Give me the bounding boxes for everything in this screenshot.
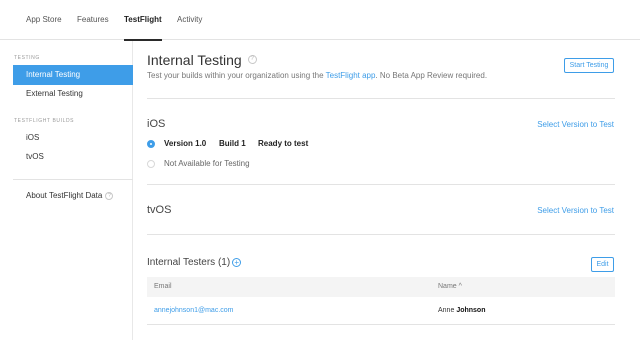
page-title: Internal Testing? — [147, 52, 257, 68]
sidebar-header-builds: TESTFLIGHT BUILDS — [14, 118, 75, 124]
tab-features[interactable]: Features — [77, 0, 109, 40]
page-title-text: Internal Testing — [147, 52, 242, 68]
sidebar-item-external-testing[interactable]: External Testing — [13, 84, 133, 104]
help-icon[interactable]: ? — [247, 54, 257, 64]
tester-email[interactable]: annejohnson1@mac.com — [154, 297, 234, 325]
tester-last-name: Johnson — [456, 307, 486, 314]
sidebar-item-about[interactable]: About TestFlight Data? — [13, 186, 133, 206]
tester-first-name: Anne — [438, 307, 455, 314]
help-icon[interactable]: ? — [105, 191, 114, 200]
top-nav: App Store Features TestFlight Activity — [0, 0, 640, 41]
version-label: Version 1.0 — [164, 139, 207, 148]
radio-selected-icon[interactable] — [147, 140, 155, 148]
sidebar-item-tvos[interactable]: tvOS — [13, 147, 133, 167]
tab-activity[interactable]: Activity — [177, 0, 202, 40]
internal-testers-title: Internal Testers (1) + — [147, 257, 242, 268]
table-row[interactable]: annejohnson1@mac.com Anne Johnson — [147, 297, 615, 325]
radio-unselected-icon[interactable] — [147, 160, 155, 168]
table-header: Email Name ^ — [147, 277, 615, 297]
sidebar: TESTING Internal Testing External Testin… — [0, 41, 133, 340]
column-header-email[interactable]: Email — [154, 277, 172, 297]
tvos-select-version-link[interactable]: Select Version to Test — [537, 206, 614, 215]
tab-testflight[interactable]: TestFlight — [124, 0, 162, 41]
divider — [147, 234, 615, 235]
column-header-name[interactable]: Name ^ — [438, 277, 462, 297]
sidebar-item-ios[interactable]: iOS — [13, 128, 133, 148]
sidebar-item-internal-testing[interactable]: Internal Testing — [13, 65, 133, 85]
ios-not-available-option[interactable]: Not Available for Testing — [147, 156, 607, 172]
sidebar-divider — [13, 179, 133, 180]
build-status: Ready to test — [258, 139, 309, 148]
sidebar-header-testing: TESTING — [14, 55, 40, 61]
subtitle-text-before: Test your builds within your organizatio… — [147, 71, 326, 80]
page-subtitle: Test your builds within your organizatio… — [147, 71, 487, 80]
testflight-app-link[interactable]: TestFlight app — [326, 71, 376, 80]
divider — [147, 184, 615, 185]
divider — [147, 98, 615, 99]
not-available-label: Not Available for Testing — [164, 159, 250, 168]
ios-select-version-link[interactable]: Select Version to Test — [537, 120, 614, 129]
tvos-section-title: tvOS — [147, 204, 172, 216]
add-tester-icon[interactable]: + — [232, 257, 242, 267]
internal-testers-label: Internal Testers (1) — [147, 257, 231, 268]
tab-app-store[interactable]: App Store — [26, 0, 62, 40]
ios-version-option[interactable]: Version 1.0 Build 1 Ready to test — [147, 136, 607, 152]
build-label: Build 1 — [219, 139, 246, 148]
subtitle-text-after: . No Beta App Review required. — [375, 71, 488, 80]
edit-testers-button[interactable]: Edit — [591, 257, 614, 272]
ios-section-title: iOS — [147, 118, 166, 130]
tester-name: Anne Johnson — [438, 297, 485, 325]
main-content: Internal Testing? Test your builds withi… — [134, 41, 640, 340]
start-testing-button[interactable]: Start Testing — [564, 58, 614, 73]
about-label: About TestFlight Data — [26, 191, 103, 200]
